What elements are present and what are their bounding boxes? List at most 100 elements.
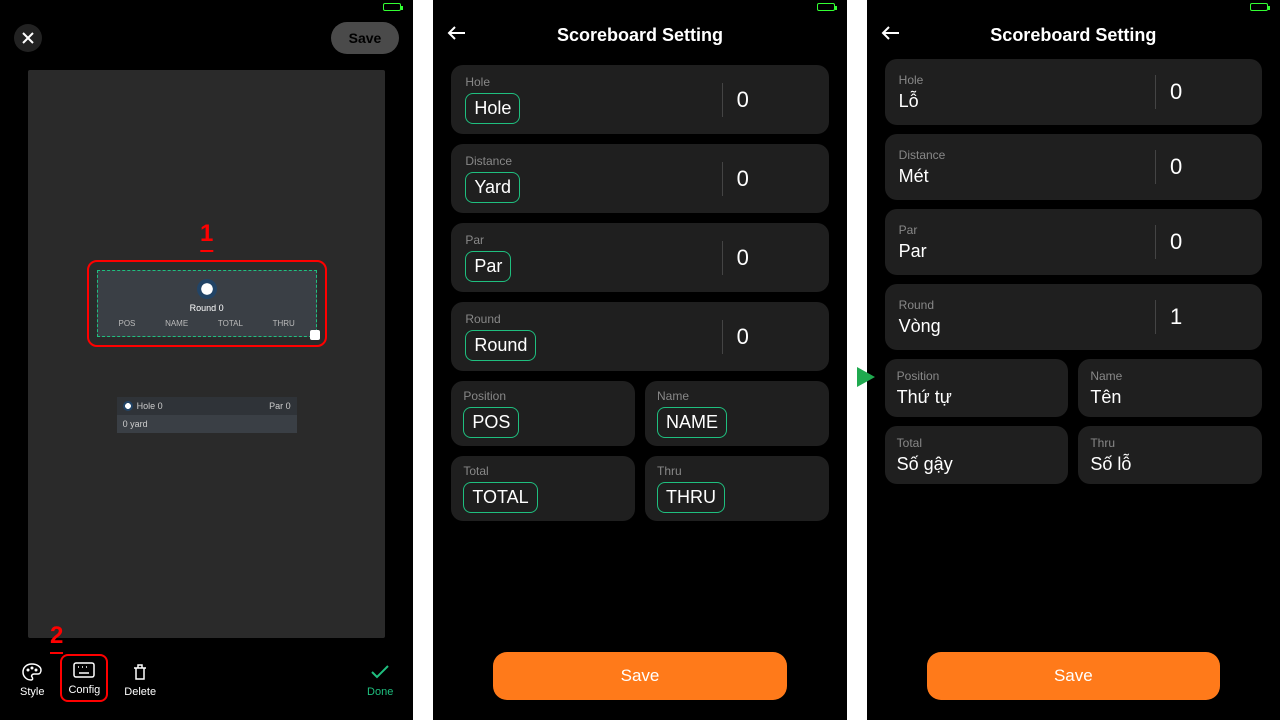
round-setting[interactable]: RoundRound 0 <box>451 302 828 371</box>
status-bar <box>0 0 413 14</box>
distance-value[interactable]: Mét <box>899 166 929 187</box>
callout-2: 2 <box>50 622 63 650</box>
round-value[interactable]: Round <box>465 330 536 361</box>
thru-value[interactable]: Số lỗ <box>1090 454 1131 475</box>
par-label: Par <box>899 223 918 237</box>
position-setting[interactable]: Position Thứ tự <box>885 359 1069 417</box>
name-label: Name <box>1090 369 1122 383</box>
golf-icon <box>197 279 217 299</box>
settings-header: Scoreboard Setting <box>867 14 1280 57</box>
par-value[interactable]: Par <box>899 241 927 262</box>
distance-value[interactable]: Yard <box>465 172 520 203</box>
position-label: Position <box>463 389 506 403</box>
hole-setting[interactable]: Hole Lỗ 0 <box>885 59 1262 125</box>
par-number[interactable]: 0 <box>735 245 815 271</box>
divider <box>722 320 723 354</box>
position-value[interactable]: Thứ tự <box>897 387 952 408</box>
resize-handle-icon[interactable] <box>310 330 320 340</box>
done-label: Done <box>367 686 393 698</box>
hole-value[interactable]: Lỗ <box>899 91 919 112</box>
distance-setting[interactable]: Distance Yard 0 <box>451 144 828 213</box>
name-value[interactable]: Tên <box>1090 387 1121 408</box>
battery-icon <box>817 3 835 11</box>
delete-tool[interactable]: Delete <box>118 658 162 702</box>
divider <box>1155 300 1156 334</box>
scoreboard-widget-selected[interactable]: Round 0 POS NAME TOTAL THRU <box>87 260 327 347</box>
total-label: Total <box>463 464 488 478</box>
name-label: Name <box>657 389 689 403</box>
save-button[interactable]: Save <box>927 652 1220 700</box>
name-value[interactable]: NAME <box>657 407 727 438</box>
name-setting[interactable]: Name Tên <box>1078 359 1262 417</box>
round-number[interactable]: 0 <box>735 324 815 350</box>
divider <box>1155 150 1156 184</box>
hole-setting[interactable]: Hole Hole 0 <box>451 65 828 134</box>
total-value[interactable]: Số gậy <box>897 454 953 475</box>
par-setting[interactable]: Par Par 0 <box>885 209 1262 275</box>
settings-screen-vi: Scoreboard Setting Hole Lỗ 0 DistanceMét … <box>867 0 1280 720</box>
hole-label: Hole <box>465 75 490 89</box>
widget-inner: Round 0 POS NAME TOTAL THRU <box>97 270 317 337</box>
round-label: Round 0 <box>104 303 310 313</box>
par-label: Par <box>465 233 484 247</box>
battery-icon <box>383 3 401 11</box>
name-setting[interactable]: Name NAME <box>645 381 829 446</box>
settings-screen-en: Scoreboard Setting Hole Hole 0 Distance Ya… <box>433 0 846 720</box>
distance-setting[interactable]: DistanceMét 0 <box>885 134 1262 200</box>
hole-label: Hole <box>899 73 924 87</box>
total-label: Total <box>897 436 922 450</box>
thru-setting[interactable]: Thru THRU <box>645 456 829 521</box>
par-label: Par 0 <box>269 401 291 411</box>
close-button[interactable] <box>14 24 42 52</box>
round-value[interactable]: Vòng <box>899 316 941 337</box>
hole-value[interactable]: Hole <box>465 93 520 124</box>
back-button[interactable] <box>447 24 471 47</box>
thru-setting[interactable]: ThruSố lỗ <box>1078 426 1262 484</box>
distance-number[interactable]: 0 <box>735 166 815 192</box>
delete-label: Delete <box>124 686 156 698</box>
col-name: NAME <box>165 319 188 328</box>
thru-value[interactable]: THRU <box>657 482 725 513</box>
round-label: Round <box>899 298 934 312</box>
page-title: Scoreboard Setting <box>557 25 723 46</box>
hole-number[interactable]: 0 <box>1168 79 1248 105</box>
position-setting[interactable]: Position POS <box>451 381 635 446</box>
keyboard-icon <box>72 660 96 680</box>
position-value[interactable]: POS <box>463 407 519 438</box>
save-button[interactable]: Save <box>331 22 400 54</box>
settings-header: Scoreboard Setting <box>433 14 846 57</box>
close-icon <box>21 31 35 45</box>
done-tool[interactable]: Done <box>361 658 399 702</box>
distance-number[interactable]: 0 <box>1168 154 1248 180</box>
col-total: TOTAL <box>218 319 243 328</box>
total-value[interactable]: TOTAL <box>463 482 537 513</box>
editor-canvas[interactable]: 1 Round 0 POS NAME TOTAL THRU Hole 0 Par… <box>28 70 385 638</box>
round-number[interactable]: 1 <box>1168 304 1248 330</box>
par-setting[interactable]: Par Par 0 <box>451 223 828 292</box>
hole-number[interactable]: 0 <box>735 87 815 113</box>
status-bar <box>433 0 846 14</box>
par-number[interactable]: 0 <box>1168 229 1248 255</box>
total-setting[interactable]: Total TOTAL <box>451 456 635 521</box>
distance-label: Distance <box>465 154 512 168</box>
trash-icon <box>128 662 152 682</box>
widget-columns: POS NAME TOTAL THRU <box>104 317 310 330</box>
config-label: Config <box>68 684 100 696</box>
status-bar <box>867 0 1280 14</box>
hole-label: Hole 0 <box>137 401 163 411</box>
editor-screen: Save 1 Round 0 POS NAME TOTAL THRU Hole … <box>0 0 413 720</box>
position-label: Position <box>897 369 940 383</box>
config-tool[interactable]: Config <box>60 654 108 702</box>
total-setting[interactable]: Total Số gậy <box>885 426 1069 484</box>
editor-toolbar: Style Config Delete Done <box>0 646 413 720</box>
back-button[interactable] <box>881 24 905 47</box>
thru-label: Thru <box>657 464 682 478</box>
save-button[interactable]: Save <box>493 652 786 700</box>
check-icon <box>368 662 392 682</box>
style-tool[interactable]: Style <box>14 658 50 702</box>
round-setting[interactable]: Round Vòng 1 <box>885 284 1262 350</box>
col-pos: POS <box>118 319 135 328</box>
palette-icon <box>20 662 44 682</box>
hole-info-widget[interactable]: Hole 0 Par 0 0 yard <box>117 397 297 433</box>
par-value[interactable]: Par <box>465 251 511 282</box>
